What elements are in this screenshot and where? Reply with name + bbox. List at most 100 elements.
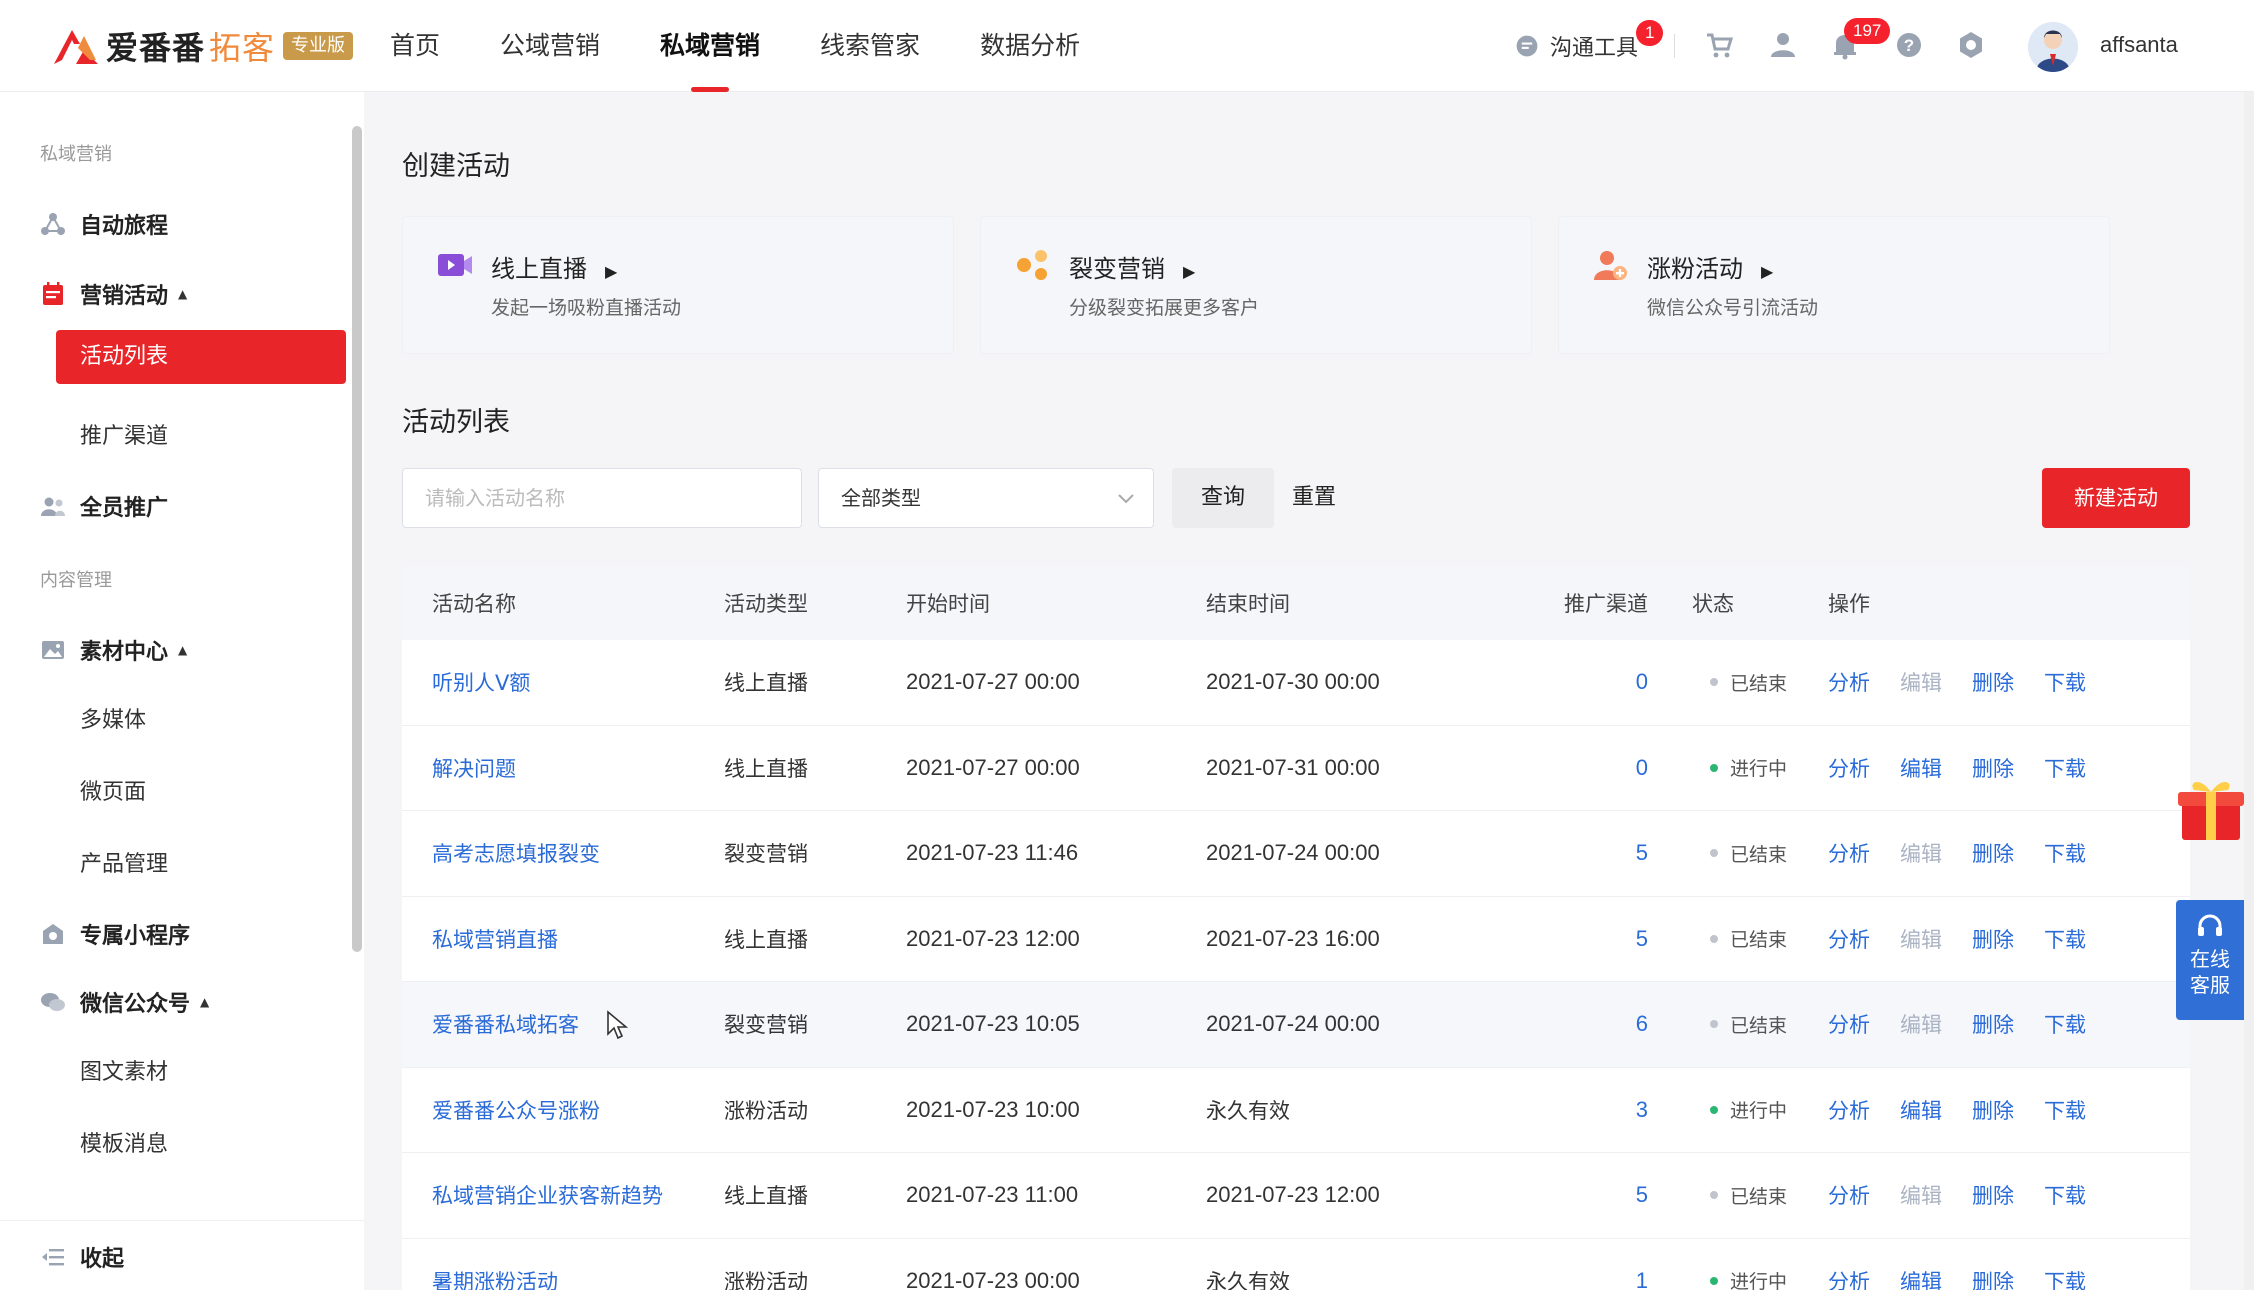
table-row: 听别人V额 线上直播 2021-07-27 00:00 2021-07-30 00:0… (402, 640, 2190, 726)
analyze-button[interactable]: 分析 (1828, 1009, 1870, 1039)
nav-data-analysis[interactable]: 数据分析 (980, 0, 1080, 92)
activity-channel-count[interactable]: 6 (1506, 1011, 1648, 1037)
edit-button[interactable]: 编辑 (1900, 753, 1942, 783)
sidebar-collapse-button[interactable]: 收起 (40, 1241, 124, 1273)
username[interactable]: affsanta (2100, 32, 2178, 58)
activity-end-time: 2021-07-30 00:00 (1206, 669, 1380, 695)
status-dot-icon (1710, 1105, 1718, 1114)
delete-button[interactable]: 删除 (1972, 1180, 2014, 1210)
user-add-icon (1594, 251, 1627, 280)
download-button[interactable]: 下载 (2044, 667, 2086, 697)
activity-type-select[interactable]: 全部类型 (818, 468, 1154, 528)
download-button[interactable]: 下载 (2044, 1180, 2086, 1210)
sidebar-item-material[interactable]: 素材中心 ▲ (40, 634, 187, 666)
query-button[interactable]: 查询 (1172, 468, 1274, 528)
sidebar-item-mini-program[interactable]: 专属小程序 (40, 918, 190, 950)
sidebar-item-products[interactable]: 产品管理 (80, 846, 168, 878)
download-button[interactable]: 下载 (2044, 924, 2086, 954)
status-badge: 已结束 (1648, 925, 1828, 952)
download-button[interactable]: 下载 (2044, 838, 2086, 868)
download-button[interactable]: 下载 (2044, 1266, 2086, 1290)
gift-icon[interactable] (2178, 774, 2244, 842)
reset-button[interactable]: 重置 (1292, 468, 1336, 528)
activity-name-link[interactable]: 爱番番公众号涨粉 (432, 1099, 600, 1123)
activity-start-time: 2021-07-23 00:00 (906, 1267, 1080, 1290)
sidebar-item-media[interactable]: 多媒体 (80, 702, 146, 734)
mini-program-icon (43, 924, 63, 944)
sidebar-item-wechat-oa[interactable]: 微信公众号 ▲ (40, 986, 209, 1018)
analyze-button[interactable]: 分析 (1828, 924, 1870, 954)
sidebar-item-micro-page[interactable]: 微页面 (80, 774, 146, 806)
download-button[interactable]: 下载 (2044, 1095, 2086, 1125)
card-follower-growth[interactable]: 涨粉活动 ▶ 微信公众号引流活动 (1558, 216, 2110, 354)
brand-logo[interactable]: 爱番番 拓客 专业版 (50, 24, 354, 68)
help-icon[interactable]: ? (1894, 30, 1924, 60)
delete-button[interactable]: 删除 (1972, 1009, 2014, 1039)
activity-name-link[interactable]: 爱番番私域拓客 (432, 1013, 579, 1037)
card-fission-marketing[interactable]: 裂变营销 ▶ 分级裂变拓展更多客户 (980, 216, 1532, 354)
activity-search-input[interactable] (402, 468, 802, 528)
activity-channel-count[interactable]: 1 (1506, 1268, 1648, 1290)
nav-home[interactable]: 首页 (390, 0, 440, 92)
analyze-button[interactable]: 分析 (1828, 1266, 1870, 1290)
sidebar-item-template-msg[interactable]: 模板消息 (80, 1126, 168, 1158)
edit-button[interactable]: 编辑 (1900, 1095, 1942, 1125)
card-title: 涨粉活动 ▶ (1647, 255, 1774, 283)
nav-private-marketing[interactable]: 私域营销 (660, 0, 760, 92)
edit-button[interactable]: 编辑 (1900, 1266, 1942, 1290)
cart-icon[interactable] (1704, 30, 1734, 60)
analyze-button[interactable]: 分析 (1828, 1180, 1870, 1210)
sidebar-item-label: 微信公众号 (80, 992, 191, 1017)
nav-lead-manager[interactable]: 线索管家 (820, 0, 920, 92)
activity-channel-count[interactable]: 5 (1506, 926, 1648, 952)
activity-name-link[interactable]: 高考志愿填报裂变 (432, 842, 600, 866)
analyze-button[interactable]: 分析 (1828, 753, 1870, 783)
caret-up-icon: ▲ (200, 995, 210, 1009)
status-dot-icon (1710, 849, 1718, 858)
col-header-type: 活动类型 (724, 592, 808, 616)
activity-channel-count[interactable]: 5 (1506, 1182, 1648, 1208)
download-button[interactable]: 下载 (2044, 753, 2086, 783)
delete-button[interactable]: 删除 (1972, 667, 2014, 697)
settings-icon[interactable] (1956, 30, 1986, 60)
image-icon (42, 641, 64, 659)
analyze-button[interactable]: 分析 (1828, 1095, 1870, 1125)
sidebar-collapse-bar: 收起 (0, 1220, 364, 1290)
activity-name-link[interactable]: 私域营销企业获客新趋势 (432, 1184, 663, 1208)
chat-tool-button[interactable]: 沟通工具 (1514, 30, 1638, 62)
sidebar-scrollbar[interactable] (352, 126, 362, 952)
status-badge: 已结束 (1648, 1011, 1828, 1038)
activity-name-link[interactable]: 解决问题 (432, 757, 516, 781)
headset-icon (2198, 914, 2222, 936)
activity-name-link[interactable]: 私域营销直播 (432, 928, 558, 952)
activity-channel-count[interactable]: 5 (1506, 840, 1648, 866)
user-icon[interactable] (1768, 30, 1798, 60)
activity-channel-count[interactable]: 0 (1506, 755, 1648, 781)
online-service-button[interactable]: 在线 客服 (2176, 900, 2244, 1020)
download-button[interactable]: 下载 (2044, 1009, 2086, 1039)
new-activity-button[interactable]: 新建活动 (2042, 468, 2190, 528)
sidebar-item-all-staff[interactable]: 全员推广 (40, 490, 168, 522)
activity-channel-count[interactable]: 3 (1506, 1097, 1648, 1123)
sidebar-item-marketing[interactable]: 营销活动 ▲ (40, 278, 187, 310)
sidebar-item-channels[interactable]: 推广渠道 (80, 418, 168, 450)
card-live-stream[interactable]: 线上直播 ▶ 发起一场吸粉直播活动 (402, 216, 954, 354)
activity-start-time: 2021-07-27 00:00 (906, 669, 1080, 695)
page-scrollbar[interactable] (2244, 92, 2254, 1290)
nav-public-marketing[interactable]: 公域营销 (500, 0, 600, 92)
activity-name-link[interactable]: 听别人V额 (432, 671, 530, 695)
delete-button[interactable]: 删除 (1972, 838, 2014, 868)
avatar[interactable] (2028, 22, 2078, 72)
activity-channel-count[interactable]: 0 (1506, 669, 1648, 695)
analyze-button[interactable]: 分析 (1828, 667, 1870, 697)
delete-button[interactable]: 删除 (1972, 753, 2014, 783)
analyze-button[interactable]: 分析 (1828, 838, 1870, 868)
activity-name-link[interactable]: 暑期涨粉活动 (432, 1270, 558, 1290)
delete-button[interactable]: 删除 (1972, 1095, 2014, 1125)
delete-button[interactable]: 删除 (1972, 924, 2014, 954)
delete-button[interactable]: 删除 (1972, 1266, 2014, 1290)
sidebar-item-journey[interactable]: 自动旅程 (40, 208, 168, 240)
sidebar-item-activity-list[interactable]: 活动列表 (56, 330, 346, 384)
activity-start-time: 2021-07-23 10:00 (906, 1096, 1080, 1122)
sidebar-item-graphic[interactable]: 图文素材 (80, 1054, 168, 1086)
